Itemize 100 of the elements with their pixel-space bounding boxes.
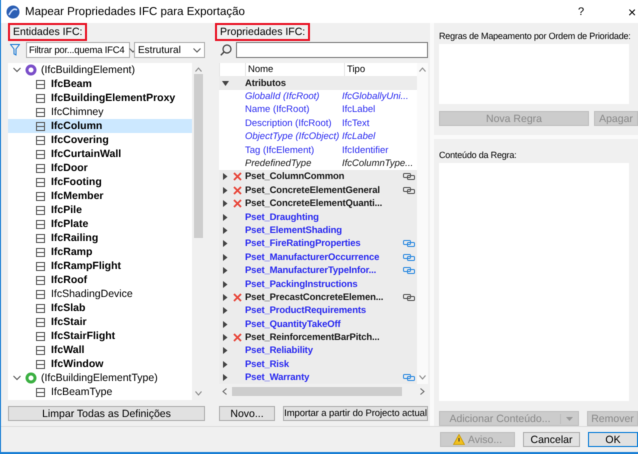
item-label: IfcPlate bbox=[51, 218, 88, 230]
tree-group[interactable]: (IfcBuildingElement) bbox=[8, 63, 192, 78]
group-name: Atributos bbox=[244, 78, 287, 89]
tree-item[interactable]: IfcSlab bbox=[8, 301, 192, 316]
tree-item[interactable]: IfcPlate bbox=[8, 217, 192, 232]
tree-item[interactable]: IfcBuildingElementProxy bbox=[8, 91, 192, 106]
search-icon bbox=[220, 44, 232, 56]
group-label: (IfcBuildingElement) bbox=[41, 64, 135, 76]
warning-icon bbox=[452, 434, 465, 446]
element-icon bbox=[35, 358, 46, 370]
app-icon bbox=[6, 4, 20, 19]
element-icon bbox=[35, 204, 46, 216]
element-icon bbox=[35, 260, 46, 272]
group-label: (IfcBuildingElementType) bbox=[41, 372, 158, 384]
tree-item[interactable]: IfcRamp bbox=[8, 245, 192, 260]
close-button[interactable]: × bbox=[628, 4, 638, 20]
item-label: IfcRampFlight bbox=[51, 260, 121, 272]
element-icon bbox=[35, 106, 46, 118]
item-label: IfcStairFlight bbox=[51, 330, 116, 342]
scrollbar-thumb[interactable] bbox=[232, 387, 402, 396]
element-icon bbox=[35, 176, 46, 188]
element-icon bbox=[35, 78, 46, 90]
attribute-name[interactable]: Name (IfcRoot) bbox=[243, 104, 342, 116]
scrollbar-thumb[interactable] bbox=[194, 74, 203, 238]
search-field[interactable] bbox=[236, 42, 428, 58]
attribute-name[interactable]: Tag (IfcElement) bbox=[243, 144, 342, 156]
attribute-name[interactable]: ObjectType (IfcObject) bbox=[243, 131, 342, 142]
item-label: IfcWall bbox=[51, 344, 84, 356]
group-row[interactable]: Atributos bbox=[219, 76, 417, 90]
tree-item[interactable]: IfcMember bbox=[8, 189, 192, 204]
clear-button[interactable]: Limpar Todas as Definições bbox=[8, 406, 205, 422]
element-icon bbox=[35, 232, 46, 244]
item-label: IfcCurtainWall bbox=[51, 148, 122, 160]
tree-item[interactable]: IfcRailing bbox=[8, 231, 192, 246]
dialog-button[interactable]: Cancelar bbox=[523, 432, 580, 448]
item-label: IfcStair bbox=[51, 316, 87, 328]
element-icon bbox=[35, 246, 46, 258]
item-label: IfcRailing bbox=[51, 232, 98, 244]
section-label: Regras de Mapeamento por Ordem de Prioridade: bbox=[439, 31, 632, 42]
chevron-up-icon bbox=[419, 67, 426, 72]
window-title: Mapear Propriedades IFC para Exportação bbox=[25, 6, 246, 18]
section-label: Propriedades IFC: bbox=[215, 23, 310, 42]
element-icon bbox=[35, 134, 46, 146]
attribute-type: IfcLabel bbox=[342, 104, 376, 116]
attribute-type: IfcText bbox=[342, 118, 370, 129]
element-icon bbox=[35, 190, 46, 202]
item-label: IfcBuildingElementProxy bbox=[51, 92, 176, 104]
item-label: IfcRoof bbox=[51, 274, 88, 286]
tree-item[interactable]: IfcRoof bbox=[8, 273, 192, 288]
tree-item[interactable]: IfcStairFlight bbox=[8, 329, 192, 344]
tree-item[interactable]: IfcDoor bbox=[8, 161, 192, 176]
new-button[interactable]: Novo... bbox=[219, 406, 275, 422]
tree-item[interactable]: IfcCovering bbox=[8, 133, 192, 148]
tree-item[interactable]: IfcPile bbox=[8, 203, 192, 218]
element-icon bbox=[35, 386, 46, 398]
tree-item[interactable]: IfcWindow bbox=[8, 357, 192, 372]
item-label: IfcPile bbox=[51, 204, 82, 216]
tree-item[interactable]: IfcStair bbox=[8, 315, 192, 330]
help-button[interactable]: ? bbox=[574, 6, 588, 18]
attribute-name[interactable]: Description (IfcRoot) bbox=[243, 118, 342, 129]
tree-group[interactable]: (IfcBuildingElementType) bbox=[8, 371, 192, 386]
element-icon bbox=[35, 120, 46, 132]
tree-item[interactable]: IfcCurtainWall bbox=[8, 147, 192, 162]
item-label: IfcWindow bbox=[51, 358, 104, 370]
import-button[interactable]: Importar a partir do Projecto actual bbox=[283, 406, 428, 422]
element-icon bbox=[35, 302, 46, 314]
attribute-type: IfcGloballyUni... bbox=[342, 91, 410, 102]
element-icon bbox=[35, 274, 46, 286]
item-label: IfcSlab bbox=[51, 302, 86, 314]
chevron-up-icon bbox=[195, 67, 202, 72]
dialog-button[interactable]: OK bbox=[588, 432, 638, 448]
item-label: IfcMember bbox=[51, 190, 104, 202]
attribute-type: IfcLabel bbox=[342, 131, 376, 142]
item-label: IfcCovering bbox=[51, 134, 109, 146]
element-icon bbox=[35, 92, 46, 104]
chevron-left-icon bbox=[222, 388, 227, 396]
tree-item[interactable]: IfcColumn bbox=[8, 119, 192, 134]
element-icon bbox=[35, 330, 46, 342]
tree-item[interactable]: IfcChimney bbox=[8, 105, 192, 120]
tree-item[interactable]: IfcFooting bbox=[8, 175, 192, 190]
attribute-name[interactable]: PredefinedType bbox=[243, 158, 342, 169]
attribute-type: IfcIdentifier bbox=[342, 144, 390, 156]
tree-item[interactable]: IfcWall bbox=[8, 343, 192, 358]
tree-item[interactable]: IfcShadingDevice bbox=[8, 287, 192, 302]
chevron-right-icon bbox=[420, 388, 425, 396]
attribute-name[interactable]: GlobalId (IfcRoot) bbox=[243, 91, 342, 102]
tree-item[interactable]: IfcBeamType bbox=[8, 385, 192, 400]
tree-item[interactable]: IfcRampFlight bbox=[8, 259, 192, 274]
item-label: IfcColumn bbox=[51, 120, 102, 132]
domain-dropdown[interactable]: Estrutural bbox=[134, 42, 205, 58]
element-icon bbox=[35, 316, 46, 328]
item-label: IfcFooting bbox=[51, 176, 102, 188]
item-label: IfcBeam bbox=[51, 78, 92, 90]
attribute-type: IfcColumnType... bbox=[342, 158, 414, 169]
item-label: IfcRamp bbox=[51, 246, 92, 258]
element-icon bbox=[35, 162, 46, 174]
section-label: Conteúdo da Regra: bbox=[439, 150, 518, 160]
element-icon bbox=[35, 344, 46, 356]
element-icon bbox=[35, 218, 46, 230]
tree-item[interactable]: IfcBeam bbox=[8, 77, 192, 92]
